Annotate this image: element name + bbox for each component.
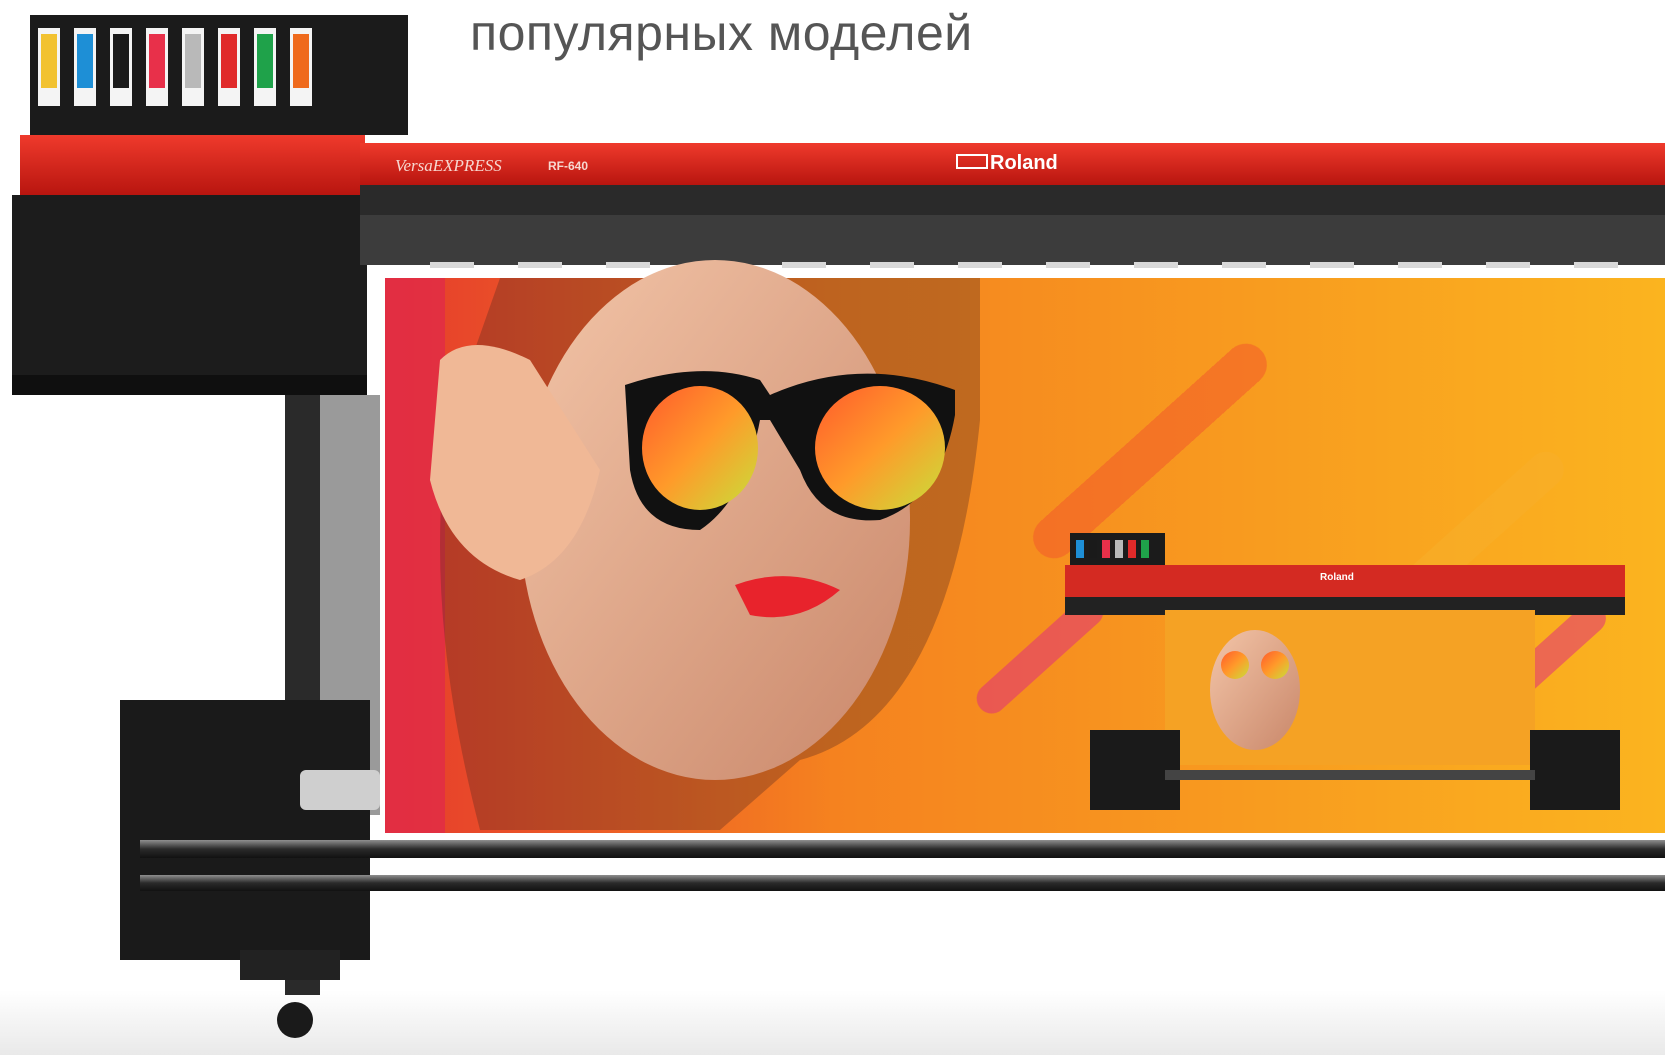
inset-ink-cartridge bbox=[1115, 540, 1123, 558]
carriage-rail bbox=[360, 185, 1665, 215]
model-label: RF-640 bbox=[548, 159, 588, 173]
media-clamp bbox=[782, 262, 826, 268]
media-clamp bbox=[1134, 262, 1178, 268]
media-clamp bbox=[1222, 262, 1266, 268]
series-label: VersaEXPRESS bbox=[395, 156, 502, 175]
media-clamp bbox=[1486, 262, 1530, 268]
inset-ink-cartridge bbox=[1128, 540, 1136, 558]
ink-color-swatch bbox=[77, 34, 93, 88]
ink-color-swatch bbox=[185, 34, 201, 88]
inset-ink-cartridge bbox=[1141, 540, 1149, 558]
ink-color-swatch bbox=[41, 34, 57, 88]
ink-color-swatch bbox=[113, 34, 129, 88]
ink-color-swatch bbox=[257, 34, 273, 88]
inset-ink-cartridge bbox=[1089, 540, 1097, 558]
brand-label: Roland bbox=[990, 152, 1058, 174]
ink-cartridge-bay bbox=[30, 15, 408, 135]
printer-top-bar: VersaEXPRESS RF-640 Roland bbox=[360, 143, 1665, 185]
media-clamp bbox=[870, 262, 914, 268]
left-control-unit bbox=[12, 135, 367, 395]
media-clamp bbox=[518, 262, 562, 268]
inset-ink-cartridge bbox=[1102, 540, 1110, 558]
media-clamp bbox=[1310, 262, 1354, 268]
inset-brand-label: Roland bbox=[1320, 572, 1354, 583]
ink-color-swatch bbox=[149, 34, 165, 88]
floor bbox=[0, 990, 1665, 1055]
media-clamp bbox=[430, 262, 474, 268]
media-clamp bbox=[1574, 262, 1618, 268]
media-clamp bbox=[1046, 262, 1090, 268]
printer-stand-left bbox=[120, 395, 380, 1038]
printed-banner: Roland bbox=[385, 260, 1665, 833]
printer-illustration: VersaEXPRESS RF-640 Roland Roland bbox=[0, 15, 1665, 1055]
media-clamp bbox=[606, 262, 650, 268]
ink-color-swatch bbox=[293, 34, 309, 88]
ink-color-swatch bbox=[221, 34, 237, 88]
media-clamp bbox=[958, 262, 1002, 268]
inset-ink-cartridge bbox=[1076, 540, 1084, 558]
media-clamp bbox=[1398, 262, 1442, 268]
